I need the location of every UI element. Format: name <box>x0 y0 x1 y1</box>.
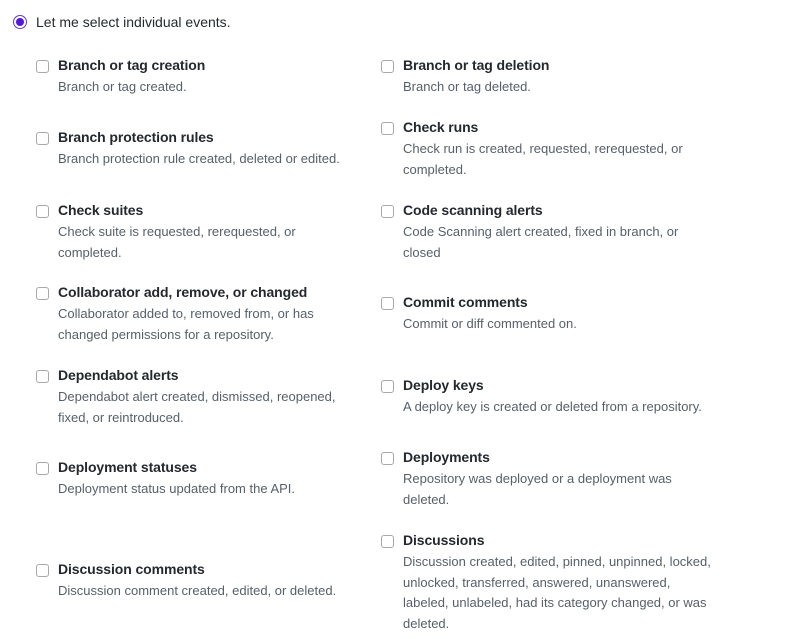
event-item[interactable]: Collaborator add, remove, or changed Coll… <box>36 283 366 345</box>
event-item[interactable]: Branch or tag creation Branch or tag crea… <box>36 56 366 98</box>
event-text-block: Deploy keys A deploy key is created or de… <box>403 376 713 418</box>
event-item[interactable]: Deploy keys A deploy key is created or de… <box>381 376 721 418</box>
event-checkbox[interactable] <box>381 122 394 135</box>
event-checkbox[interactable] <box>36 462 49 475</box>
event-checkbox[interactable] <box>381 60 394 73</box>
event-description: Commit or diff commented on. <box>403 316 577 331</box>
event-description: Deployment status updated from the API. <box>58 481 296 496</box>
event-checkbox[interactable] <box>36 564 49 577</box>
event-item[interactable]: Code scanning alerts Code Scanning alert … <box>381 201 721 263</box>
event-description: Branch protection rule created, deleted … <box>58 151 340 166</box>
event-checkbox[interactable] <box>381 297 394 310</box>
event-title: Dependabot alerts <box>58 367 179 383</box>
event-title: Branch or tag creation <box>58 57 206 73</box>
event-title: Discussion comments <box>58 561 205 577</box>
event-text-block: Dependabot alerts Dependabot alert create… <box>58 366 358 428</box>
event-item[interactable]: Check runs Check run is created, requeste… <box>381 118 721 180</box>
event-title: Deployments <box>403 449 490 465</box>
event-checkbox[interactable] <box>36 60 49 73</box>
event-title: Branch protection rules <box>58 129 214 145</box>
event-text-block: Deployment statuses Deployment status upd… <box>58 458 358 500</box>
event-title: Deploy keys <box>403 377 484 393</box>
event-checkbox-grid: Branch or tag creation Branch or tag crea… <box>0 0 801 639</box>
event-item[interactable]: Deployment statuses Deployment status upd… <box>36 458 366 500</box>
event-title: Commit comments <box>403 294 528 310</box>
event-description: A deploy key is created or deleted from … <box>403 399 702 414</box>
event-text-block: Branch or tag deletion Branch or tag dele… <box>403 56 713 98</box>
event-text-block: Discussions Discussion created, edited, p… <box>403 531 713 634</box>
event-description: Branch or tag created. <box>58 79 187 94</box>
event-checkbox[interactable] <box>36 205 49 218</box>
event-text-block: Collaborator add, remove, or changed Coll… <box>58 283 358 345</box>
event-description: Check run is created, requested, rereque… <box>403 141 683 177</box>
event-description: Discussion comment created, edited, or d… <box>58 583 337 598</box>
event-text-block: Deployments Repository was deployed or a … <box>403 448 713 510</box>
event-item[interactable]: Deployments Repository was deployed or a … <box>381 448 721 510</box>
event-text-block: Branch or tag creation Branch or tag crea… <box>58 56 358 98</box>
event-title: Check suites <box>58 202 144 218</box>
event-item[interactable]: Check suites Check suite is requested, re… <box>36 201 366 263</box>
event-checkbox[interactable] <box>381 535 394 548</box>
event-description: Code Scanning alert created, fixed in br… <box>403 224 679 260</box>
event-checkbox[interactable] <box>36 370 49 383</box>
event-title: Branch or tag deletion <box>403 57 550 73</box>
event-description: Collaborator added to, removed from, or … <box>58 306 314 342</box>
event-title: Check runs <box>403 119 479 135</box>
event-checkbox[interactable] <box>381 452 394 465</box>
event-description: Branch or tag deleted. <box>403 79 531 94</box>
event-title: Discussions <box>403 532 485 548</box>
event-text-block: Commit comments Commit or diff commented … <box>403 293 713 335</box>
event-checkbox[interactable] <box>36 132 49 145</box>
event-text-block: Discussion comments Discussion comment cr… <box>58 560 358 602</box>
event-title: Deployment statuses <box>58 459 197 475</box>
event-title: Collaborator add, remove, or changed <box>58 284 308 300</box>
event-item[interactable]: Branch protection rules Branch protection… <box>36 128 366 170</box>
event-item[interactable]: Discussions Discussion created, edited, p… <box>381 531 721 634</box>
event-title: Code scanning alerts <box>403 202 543 218</box>
event-item[interactable]: Commit comments Commit or diff commented … <box>381 293 721 335</box>
event-item[interactable]: Discussion comments Discussion comment cr… <box>36 560 366 602</box>
event-description: Discussion created, edited, pinned, unpi… <box>403 554 711 631</box>
event-checkbox[interactable] <box>36 287 49 300</box>
event-checkbox[interactable] <box>381 205 394 218</box>
event-description: Dependabot alert created, dismissed, reo… <box>58 389 336 425</box>
event-text-block: Check suites Check suite is requested, re… <box>58 201 358 263</box>
event-item[interactable]: Branch or tag deletion Branch or tag dele… <box>381 56 721 98</box>
event-item[interactable]: Dependabot alerts Dependabot alert create… <box>36 366 366 428</box>
event-checkbox[interactable] <box>381 380 394 393</box>
event-text-block: Check runs Check run is created, requeste… <box>403 118 713 180</box>
event-description: Check suite is requested, rerequested, o… <box>58 224 296 260</box>
event-description: Repository was deployed or a deployment … <box>403 471 672 507</box>
event-text-block: Code scanning alerts Code Scanning alert … <box>403 201 713 263</box>
event-text-block: Branch protection rules Branch protection… <box>58 128 358 170</box>
